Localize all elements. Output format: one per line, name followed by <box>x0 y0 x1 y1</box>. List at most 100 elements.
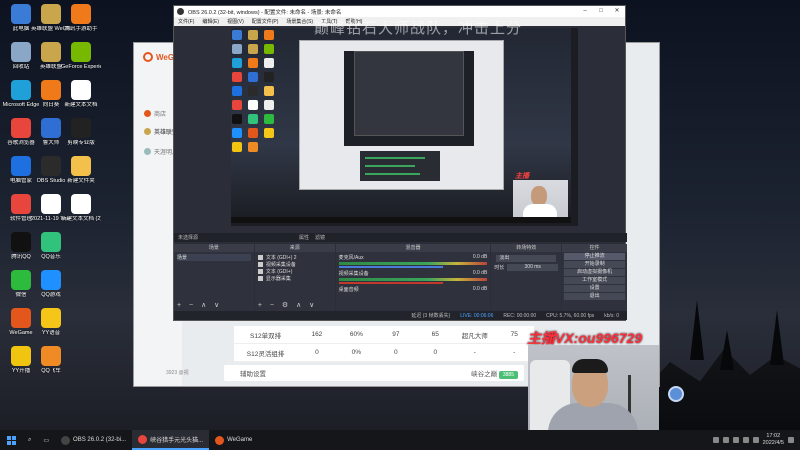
text-source-icon <box>257 269 263 274</box>
nested-preview-deep <box>354 51 464 136</box>
summit-entry[interactable]: 峡谷之巅 3885 <box>471 368 518 379</box>
notification-icon[interactable] <box>788 437 794 443</box>
lol-icon <box>144 128 151 135</box>
source-item[interactable]: 视频采集设备 <box>257 261 332 268</box>
desktop-icon[interactable]: 新建文本文档 <box>62 80 100 108</box>
windows-logo-icon <box>6 435 16 445</box>
mixer-track[interactable]: 桌面音频 0.0 dB <box>339 286 488 293</box>
stop-streaming-button[interactable]: 停止推流 <box>564 253 626 260</box>
desktop-icon[interactable]: QQ音乐 <box>32 232 70 260</box>
search-icon[interactable]: ⌕ <box>22 430 37 450</box>
app-icon <box>11 4 31 24</box>
bitrate: kb/s: 0 <box>604 312 619 319</box>
menu-edit[interactable]: 编辑(E) <box>202 18 219 25</box>
obs-preview-canvas[interactable]: 主播VX:ou996729 <box>231 28 578 226</box>
tray-icon[interactable] <box>722 437 729 443</box>
desktop-icon-label: 新建文本文档 <box>64 102 98 108</box>
count-badge: 3885 <box>498 371 518 379</box>
network-icon[interactable] <box>752 437 759 443</box>
filters-button[interactable]: 滤镜 <box>315 234 325 241</box>
app-icon <box>11 194 31 214</box>
scene-item[interactable]: 场景 <box>177 254 251 261</box>
studio-mode-button[interactable]: 工作室模式 <box>564 277 626 284</box>
desktop-icon-label: 鲁大师 <box>42 140 60 146</box>
desktop-icon[interactable]: QQ游戏 <box>32 270 70 298</box>
minimize-icon[interactable]: – <box>577 6 593 17</box>
app-icon <box>11 308 31 328</box>
app-icon <box>41 232 61 252</box>
desktop-icon-label: 新建文件夹 <box>67 178 95 184</box>
desktop-icon[interactable]: GeForce Experience <box>61 42 101 70</box>
app-icon <box>41 270 61 290</box>
desktop-icon[interactable]: YY语音 <box>32 308 70 336</box>
captured-taskbar <box>231 217 571 223</box>
taskbar-apps: OBS 26.0.2 (32-bi... 峡谷猎手元光头猫... WeGame <box>55 430 258 450</box>
desktop-icon[interactable]: 腾讯手游助手 <box>62 4 100 32</box>
menu-view[interactable]: 视图(V) <box>227 18 244 25</box>
desktop-icon-label: WeGame <box>9 330 33 336</box>
controls-panel: 控件 停止推流 开始录制 启动虚拟摄像机 工作室模式 设置 退出 <box>562 244 628 311</box>
obs-window[interactable]: OBS 26.0.2 (32-bit, windows) - 配置文件: 未命名… <box>173 5 628 321</box>
close-icon[interactable]: ✕ <box>609 6 625 17</box>
settings-button[interactable]: 设置 <box>564 285 626 292</box>
menu-scene-collection[interactable]: 场景集合(S) <box>286 18 313 25</box>
virtual-camera-button[interactable]: 启动虚拟摄像机 <box>564 269 626 276</box>
assistant-bubble-icon[interactable] <box>668 386 684 402</box>
start-button[interactable] <box>0 430 22 450</box>
source-list-controls[interactable]: + − ⚙ ∧ ∨ <box>258 301 317 309</box>
live-timer: LIVE: 00:06:06 <box>460 312 494 319</box>
source-item[interactable]: 文本 (GDI+) 2 <box>257 254 332 261</box>
taskbar-app-button[interactable]: OBS 26.0.2 (32-bi... <box>55 430 132 450</box>
obs-source-toolbar: 未选择源 属性 滤镜 <box>174 233 627 242</box>
properties-button[interactable]: 属性 <box>299 234 309 241</box>
captured-desktop: 主播VX:ou996729 <box>231 28 571 223</box>
exit-button[interactable]: 退出 <box>564 293 626 300</box>
menu-file[interactable]: 文件(F) <box>178 18 194 25</box>
obs-dock-panels: 场景 场景 + − ∧ ∨ 来源 文本 (GDI+) 2 视频采集设备 文本 (… <box>174 244 628 311</box>
maximize-icon[interactable]: □ <box>593 6 609 17</box>
sources-header: 来源 <box>254 244 335 252</box>
volume-slider[interactable] <box>338 266 443 268</box>
clock[interactable]: 17:02 2022/4/5 <box>763 433 784 446</box>
task-view-icon[interactable]: ▭ <box>37 430 55 450</box>
duration-label: 时长 <box>494 265 505 271</box>
scene-list: 场景 <box>174 252 254 263</box>
obs-logo-icon <box>177 8 184 15</box>
tray-icon[interactable] <box>712 437 719 443</box>
wegame-bottom-bar[interactable]: 辅助设置 峡谷之巅 3885 <box>224 365 524 381</box>
audio-mixer-panel: 混音器 麦克风/Aux 0.0 dB 视频采集设备 0.0 dB 桌面音频 0.0 d… <box>335 244 491 311</box>
desktop-icon[interactable]: QQ飞车 <box>32 346 70 374</box>
app-icon <box>41 308 61 328</box>
desktop-icon-label: GeForce Experience <box>61 64 101 70</box>
mixer-track[interactable]: 视频采集设备 0.0 dB <box>338 270 488 284</box>
volume-icon[interactable] <box>742 437 749 443</box>
app-icon <box>71 80 91 100</box>
taskbar-app-button[interactable]: 峡谷猎手元光头猫... <box>132 430 210 450</box>
obs-window-title: OBS 26.0.2 (32-bit, windows) - 配置文件: 未命名… <box>188 9 342 16</box>
obs-titlebar[interactable]: OBS 26.0.2 (32-bit, windows) - 配置文件: 未命名… <box>174 6 625 17</box>
taskbar-app-button[interactable]: WeGame <box>209 430 258 450</box>
desktop-icon-label: YY开播 <box>11 368 31 374</box>
preview-webcam <box>513 180 568 222</box>
desktop-icon-label: 回收站 <box>12 64 30 70</box>
desktop-icon[interactable]: 新建文件夹 <box>62 156 100 184</box>
duration-input[interactable]: 300 ms <box>507 264 559 271</box>
volume-slider[interactable] <box>338 282 443 284</box>
source-item[interactable]: 显示器采集 <box>257 275 332 282</box>
assist-settings-button[interactable]: 辅助设置 <box>230 368 266 378</box>
rec-timer: REC: 00:00:00 <box>503 312 537 319</box>
desktop-icon[interactable]: 剪映专业版 <box>62 118 100 146</box>
transition-select[interactable]: 淡出 <box>496 255 557 262</box>
source-item[interactable]: 文本 (GDI+) <box>257 268 332 275</box>
text-source-icon <box>257 255 263 260</box>
nested-preview <box>344 51 474 146</box>
menu-profile[interactable]: 配置文件(P) <box>252 18 279 25</box>
desktop-icon[interactable]: 新建文本文档 (2) <box>61 194 101 222</box>
start-recording-button[interactable]: 开始录制 <box>564 261 626 268</box>
wegame-nav-store[interactable]: 商店 <box>144 109 166 118</box>
tray-icon[interactable] <box>732 437 739 443</box>
mixer-track[interactable]: 麦克风/Aux 0.0 dB <box>338 254 488 268</box>
scene-list-controls[interactable]: + − ∧ ∨ <box>177 301 222 309</box>
transitions-panel: 转场特效 淡出 时长 300 ms <box>491 244 562 311</box>
app-icon <box>41 42 61 62</box>
